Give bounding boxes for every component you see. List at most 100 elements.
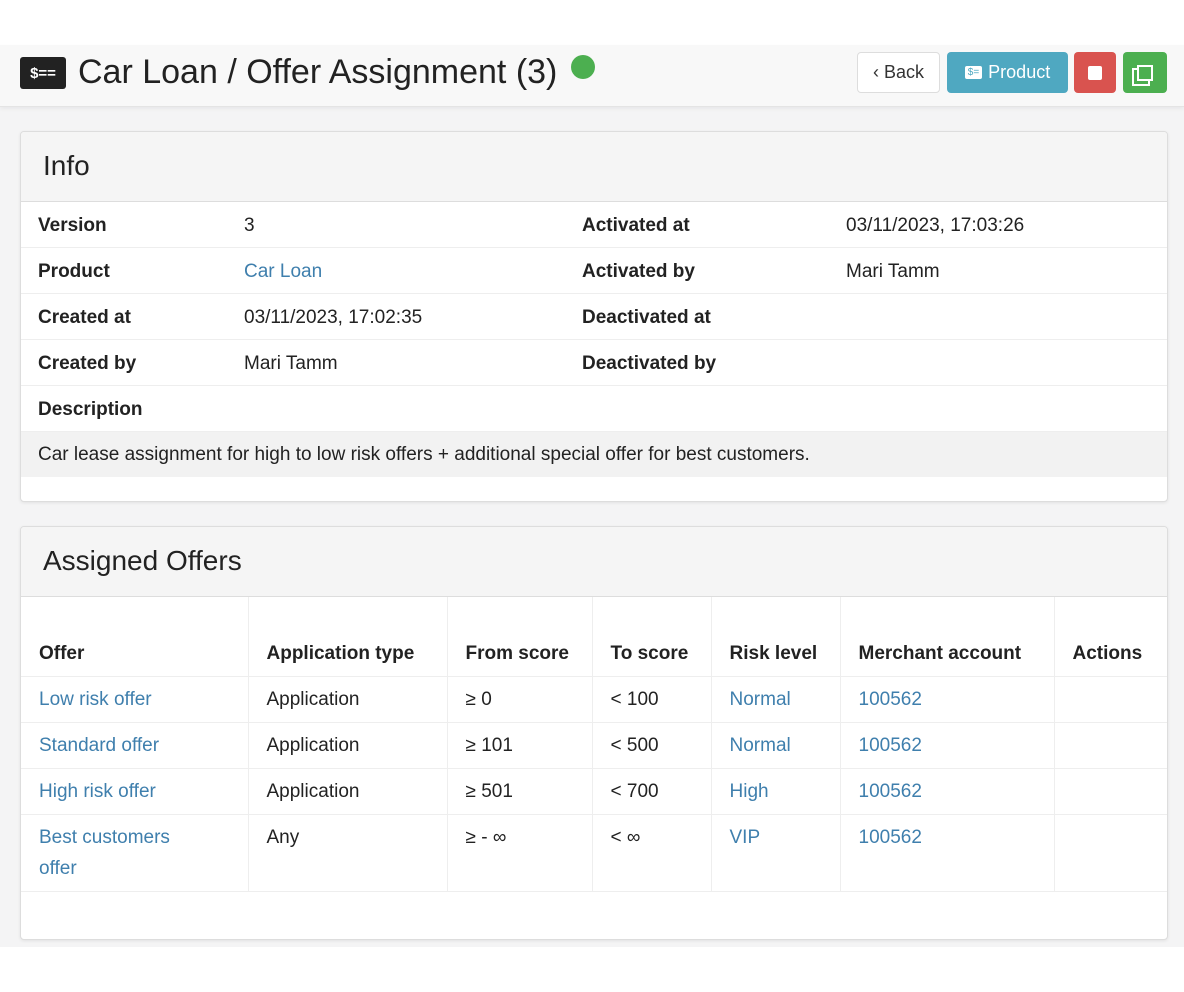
from-score: ≥ - ∞	[465, 826, 507, 848]
column-header: Application type	[248, 597, 448, 677]
from-score: ≥ 101	[465, 734, 513, 756]
field-value: Mari Tamm	[846, 261, 940, 282]
table-cell: Low risk offer	[21, 676, 249, 723]
table-cell: < 500	[592, 722, 712, 769]
copy-icon	[1137, 64, 1153, 81]
field-label: Product	[38, 261, 110, 282]
field-value: 03/11/2023, 17:03:26	[846, 215, 1025, 236]
application-type: Application	[266, 734, 360, 756]
page-header: $== Car Loan / Offer Assignment (3) ‹ Ba…	[0, 45, 1184, 107]
description-text: Car lease assignment for high to low ris…	[21, 432, 1167, 477]
table-row: Low risk offer Application ≥ 0 < 100 Normal 1…	[21, 676, 1167, 723]
column-header: Risk level	[711, 597, 841, 677]
table-cell: 100562	[840, 676, 1055, 723]
column-header: From score	[447, 597, 593, 677]
page-title: Car Loan / Offer Assignment (3)	[78, 53, 558, 91]
offer-link[interactable]: Best customers offer	[39, 822, 199, 884]
field-value: 03/11/2023, 17:02:35	[244, 307, 423, 328]
copy-button[interactable]	[1123, 52, 1167, 93]
to-score: < 100	[610, 688, 659, 710]
offers-table: Offer Application type From score To score R…	[21, 597, 1167, 892]
merchant-account-link[interactable]: 100562	[859, 735, 922, 756]
merchant-account-link[interactable]: 100562	[859, 827, 922, 848]
table-cell: VIP	[711, 814, 841, 892]
field-label: Created by	[38, 353, 137, 374]
table-row: Standard offer Application ≥ 101 < 500 Norma…	[21, 722, 1167, 769]
table-cell	[1054, 676, 1167, 723]
offer-link[interactable]: High risk offer	[39, 781, 156, 802]
application-type: Application	[266, 780, 360, 802]
field-value: 3	[244, 215, 255, 236]
table-row: High risk offer Application ≥ 501 < 700 High…	[21, 768, 1167, 815]
field-value: Mari Tamm	[244, 353, 338, 374]
table-cell: Best customers offer	[21, 814, 249, 892]
table-cell: Any	[248, 814, 448, 892]
to-score: < ∞	[610, 826, 641, 848]
table-cell: < ∞	[592, 814, 712, 892]
info-row: Created by Mari Tamm Deactivated by	[21, 340, 1167, 386]
panel-title: Assigned Offers	[21, 527, 1167, 597]
application-type: Any	[266, 826, 300, 848]
application-type: Application	[266, 688, 360, 710]
table-cell: 100562	[840, 768, 1055, 815]
info-panel: Info Version 3 Activated at 03/11/2023, …	[20, 131, 1168, 502]
risk-level-link[interactable]: High	[730, 781, 769, 802]
stop-icon	[1088, 65, 1102, 80]
table-cell: Application	[248, 768, 448, 815]
table-cell: ≥ 501	[447, 768, 593, 815]
panel-title: Info	[21, 132, 1167, 202]
risk-level-link[interactable]: Normal	[730, 689, 791, 710]
table-cell	[1054, 768, 1167, 815]
field-label: Version	[38, 215, 107, 236]
to-score: < 500	[610, 734, 659, 756]
page: $== Car Loan / Offer Assignment (3) ‹ Ba…	[0, 45, 1184, 947]
info-row: Description	[21, 386, 1167, 432]
offer-link[interactable]: Standard offer	[39, 735, 159, 756]
table-cell: High risk offer	[21, 768, 249, 815]
field-label: Activated at	[582, 215, 690, 236]
to-score: < 700	[610, 780, 659, 802]
from-score: ≥ 501	[465, 780, 513, 802]
table-cell: ≥ 101	[447, 722, 593, 769]
table-cell: < 100	[592, 676, 712, 723]
risk-level-link[interactable]: VIP	[730, 827, 761, 848]
back-button[interactable]: ‹ Back	[857, 52, 940, 93]
merchant-account-link[interactable]: 100562	[859, 689, 922, 710]
money-bill-icon: $=	[964, 66, 983, 79]
field-label: Activated by	[582, 261, 695, 282]
column-header: Offer	[21, 597, 249, 677]
table-cell: 100562	[840, 722, 1055, 769]
chevron-left-icon: ‹	[872, 62, 884, 82]
info-row: Version 3 Activated at 03/11/2023, 17:03…	[21, 202, 1167, 248]
money-bill-icon: $==	[20, 57, 66, 89]
table-cell: Application	[248, 722, 448, 769]
table-cell	[1054, 814, 1167, 892]
column-header: Merchant account	[840, 597, 1055, 677]
table-cell: Standard offer	[21, 722, 249, 769]
table-cell: Normal	[711, 676, 841, 723]
info-row: Product Car Loan Activated by Mari Tamm	[21, 248, 1167, 294]
info-row: Created at 03/11/2023, 17:02:35 Deactiva…	[21, 294, 1167, 340]
product-link[interactable]: Car Loan	[244, 261, 322, 283]
field-label: Deactivated at	[582, 307, 711, 328]
column-header: Actions	[1054, 597, 1167, 677]
deactivate-button[interactable]	[1074, 52, 1116, 93]
product-button[interactable]: $= Product	[947, 52, 1068, 93]
column-header: To score	[592, 597, 712, 677]
table-cell: 100562	[840, 814, 1055, 892]
table-cell: Normal	[711, 722, 841, 769]
risk-level-link[interactable]: Normal	[730, 735, 791, 756]
table-cell: ≥ - ∞	[447, 814, 593, 892]
table-cell	[1054, 722, 1167, 769]
offer-link[interactable]: Low risk offer	[39, 689, 152, 710]
table-cell: < 700	[592, 768, 712, 815]
status-indicator	[571, 55, 596, 79]
merchant-account-link[interactable]: 100562	[859, 781, 922, 802]
field-label: Created at	[38, 307, 131, 328]
table-row: Best customers offer Any ≥ - ∞ < ∞ VIP 100562	[21, 814, 1167, 892]
assigned-offers-panel: Assigned Offers Offer Application type Fro…	[20, 526, 1168, 940]
table-cell: ≥ 0	[447, 676, 593, 723]
table-cell: High	[711, 768, 841, 815]
field-label: Deactivated by	[582, 353, 717, 374]
from-score: ≥ 0	[465, 688, 492, 710]
